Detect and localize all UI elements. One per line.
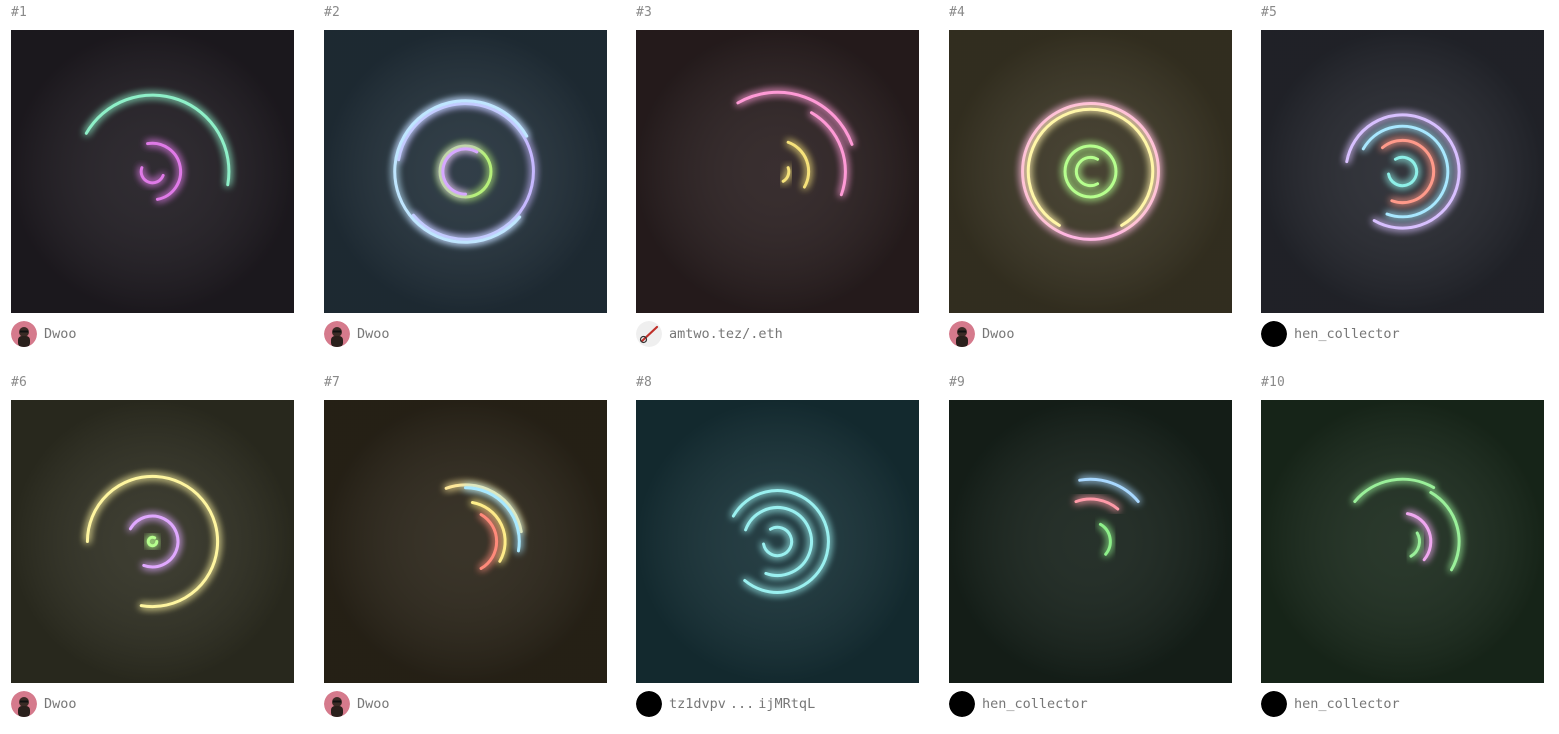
owner-link[interactable]: tz1dvpv... ijMRtqL [636, 691, 919, 717]
artwork-vignette [11, 400, 294, 683]
token-number: #2 [324, 5, 341, 20]
token-artwork[interactable] [1261, 30, 1544, 313]
owner-name: Dwoo [357, 696, 390, 712]
profile-avatar-icon [949, 321, 975, 347]
token-artwork[interactable] [949, 400, 1232, 683]
owner-name: hen_collector [1294, 696, 1400, 712]
profile-avatar-icon [11, 691, 37, 717]
profile-avatar-icon [11, 321, 37, 347]
token-card-10[interactable]: #10 hen_collector [1261, 374, 1544, 717]
token-number: #1 [11, 5, 28, 20]
owner-link[interactable]: hen_collector [949, 691, 1232, 717]
artwork-vignette [324, 400, 607, 683]
token-artwork[interactable] [11, 30, 294, 313]
token-artwork[interactable] [949, 30, 1232, 313]
token-card-1[interactable]: #1 Dwoo [11, 4, 294, 347]
owner-link[interactable]: Dwoo [11, 321, 294, 347]
token-card-8[interactable]: #8 tz1dvpv... ijMRtqL [636, 374, 919, 717]
token-number: #6 [11, 375, 28, 390]
token-number: #7 [324, 375, 341, 390]
owner-name: Dwoo [982, 326, 1015, 342]
token-card-3[interactable]: #3 amtwo.tez/.eth [636, 4, 919, 347]
token-card-7[interactable]: #7 Dwoo [324, 374, 607, 717]
token-number: #10 [1261, 375, 1286, 390]
owner-link[interactable]: hen_collector [1261, 691, 1544, 717]
gallery-grid: #1 Dwoo #2 Dwoo #3 amtwo.tez/.eth #4 Dwo… [0, 0, 1559, 734]
owner-name: Dwoo [44, 696, 77, 712]
token-number: #4 [949, 5, 966, 20]
artwork-vignette [324, 30, 607, 313]
owner-link[interactable]: Dwoo [324, 321, 607, 347]
token-artwork[interactable] [636, 30, 919, 313]
token-number: #3 [636, 5, 653, 20]
token-card-9[interactable]: #9 hen_collector [949, 374, 1232, 717]
black-avatar-icon [1261, 691, 1287, 717]
token-card-2[interactable]: #2 Dwoo [324, 4, 607, 347]
token-artwork[interactable] [636, 400, 919, 683]
owner-name: Dwoo [44, 326, 77, 342]
token-number: #5 [1261, 5, 1278, 20]
token-artwork[interactable] [324, 400, 607, 683]
owner-link[interactable]: Dwoo [949, 321, 1232, 347]
owner-name: amtwo.tez/.eth [669, 326, 783, 342]
owner-name: Dwoo [357, 326, 390, 342]
artwork-vignette [1261, 30, 1544, 313]
owner-name: tz1dvpv... ijMRtqL [669, 696, 815, 712]
owner-link[interactable]: hen_collector [1261, 321, 1544, 347]
token-card-5[interactable]: #5 hen_collector [1261, 4, 1544, 347]
token-card-6[interactable]: #6 Dwoo [11, 374, 294, 717]
owner-link[interactable]: Dwoo [324, 691, 607, 717]
token-number: #8 [636, 375, 653, 390]
token-artwork[interactable] [11, 400, 294, 683]
token-artwork[interactable] [324, 30, 607, 313]
artwork-vignette [949, 400, 1232, 683]
owner-name: hen_collector [982, 696, 1088, 712]
black-avatar-icon [949, 691, 975, 717]
owner-address-end: ijMRtqL [758, 696, 816, 712]
artwork-vignette [1261, 400, 1544, 683]
token-number: #9 [949, 375, 966, 390]
artwork-vignette [636, 30, 919, 313]
pen-avatar-icon [636, 321, 662, 347]
black-avatar-icon [636, 691, 662, 717]
owner-link[interactable]: Dwoo [11, 691, 294, 717]
profile-avatar-icon [324, 691, 350, 717]
artwork-vignette [11, 30, 294, 313]
owner-address-ellipsis: ... [729, 696, 755, 712]
artwork-vignette [949, 30, 1232, 313]
owner-name: hen_collector [1294, 326, 1400, 342]
token-card-4[interactable]: #4 Dwoo [949, 4, 1232, 347]
artwork-vignette [636, 400, 919, 683]
owner-address-start: tz1dvpv [669, 696, 726, 712]
profile-avatar-icon [324, 321, 350, 347]
owner-link[interactable]: amtwo.tez/.eth [636, 321, 919, 347]
token-artwork[interactable] [1261, 400, 1544, 683]
black-avatar-icon [1261, 321, 1287, 347]
